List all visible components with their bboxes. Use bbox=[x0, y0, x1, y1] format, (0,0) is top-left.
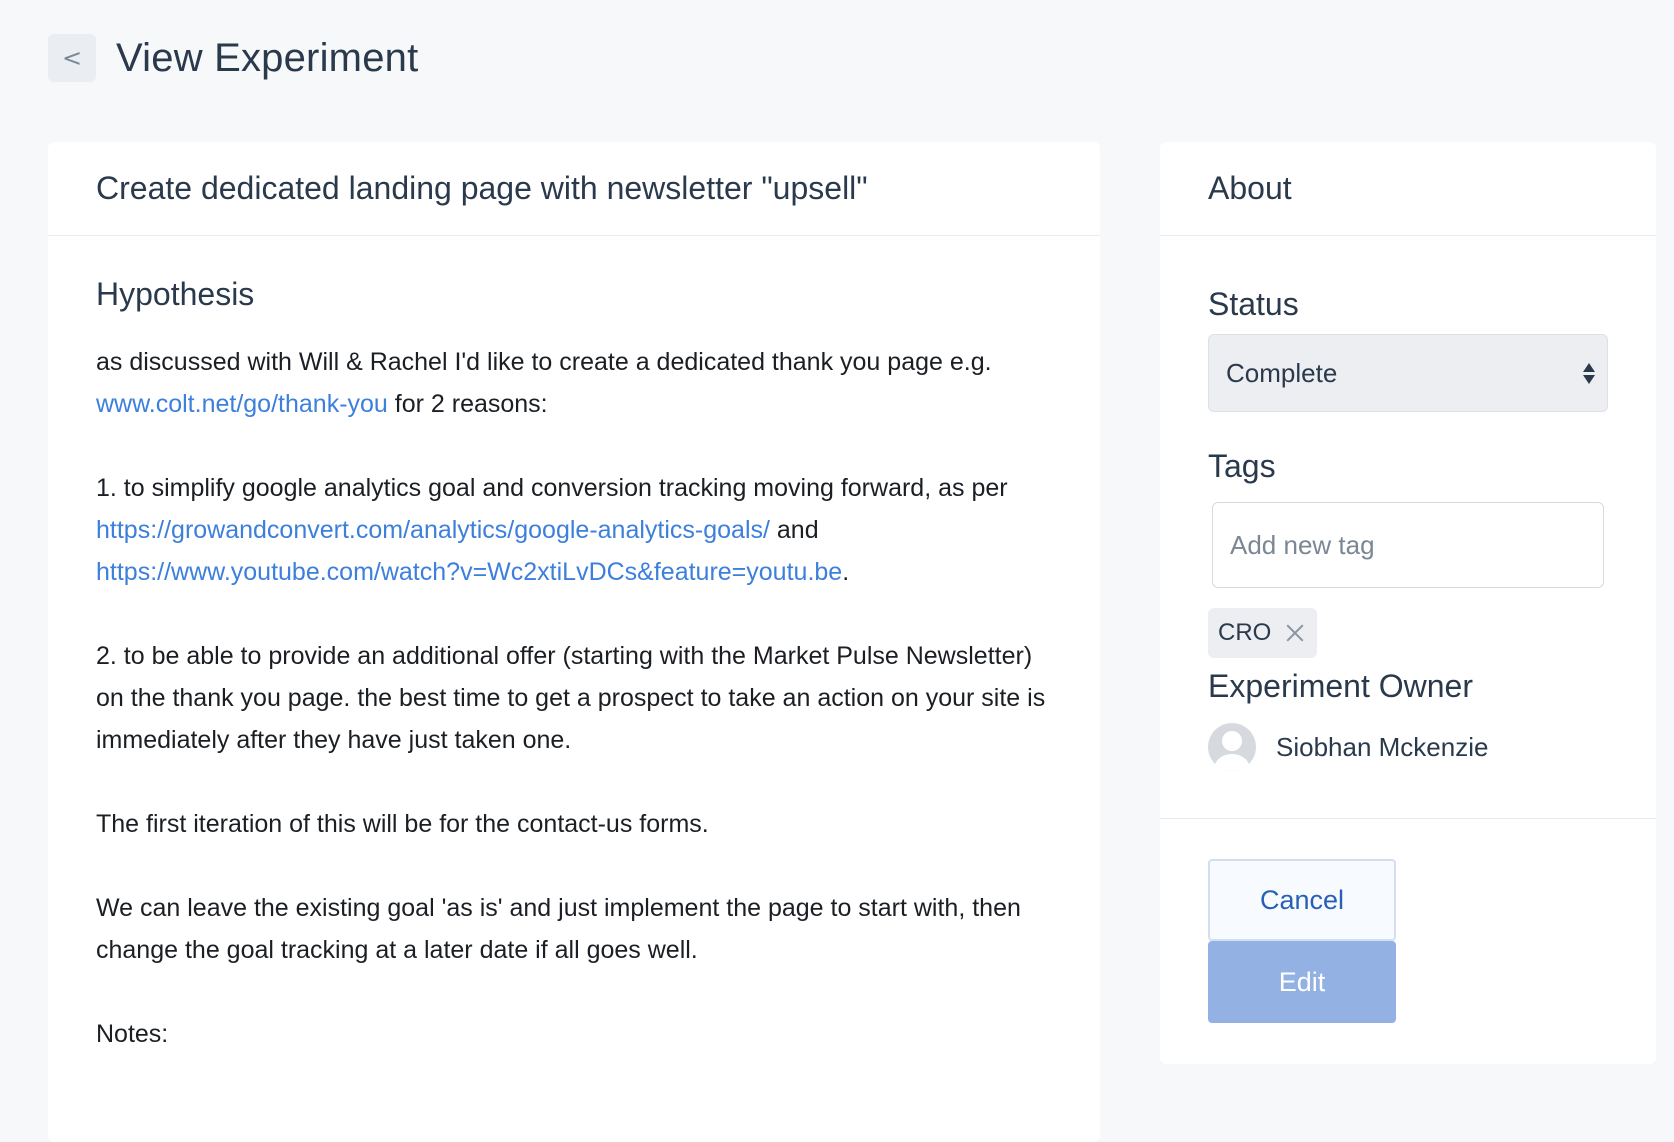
tag-label: CRO bbox=[1218, 619, 1272, 646]
avatar-shoulders bbox=[1214, 754, 1250, 771]
status-value: Complete bbox=[1226, 357, 1338, 388]
about-body: Status Complete Tags CRO Experiment Owne… bbox=[1160, 236, 1656, 772]
thank-you-page-link[interactable]: www.colt.net/go/thank-you bbox=[96, 390, 388, 418]
paragraph-text: as discussed with Will & Rachel I'd like… bbox=[96, 348, 992, 376]
about-card-footer: Cancel Edit bbox=[1160, 818, 1656, 1023]
select-arrows-icon bbox=[1583, 362, 1595, 384]
cancel-button[interactable]: Cancel bbox=[1208, 859, 1396, 941]
experiment-card-header: Create dedicated landing page with newsl… bbox=[48, 142, 1100, 236]
hypothesis-heading: Hypothesis bbox=[96, 276, 255, 312]
paragraph-text: and bbox=[769, 516, 819, 544]
about-card-header: About bbox=[1160, 142, 1656, 236]
arrow-up-icon bbox=[1583, 362, 1595, 372]
paragraph-text: . bbox=[842, 558, 850, 586]
status-select[interactable]: Complete bbox=[1208, 334, 1608, 412]
close-icon[interactable] bbox=[1285, 623, 1305, 643]
hypothesis-text: as discussed with Will & Rachel I'd like… bbox=[96, 341, 1052, 1055]
experiment-body: Hypothesis as discussed with Will & Rach… bbox=[48, 236, 1100, 1055]
owner-label: Experiment Owner bbox=[1208, 668, 1473, 704]
status-label: Status bbox=[1208, 286, 1299, 322]
growandconvert-link[interactable]: https://growandconvert.com/analytics/goo… bbox=[96, 516, 770, 544]
back-button[interactable]: < bbox=[48, 34, 96, 82]
chevron-left-icon: < bbox=[61, 44, 83, 72]
paragraph-text: 1. to simplify google analytics goal and… bbox=[96, 474, 1008, 502]
user-avatar-icon bbox=[1208, 723, 1256, 771]
tag-input[interactable] bbox=[1212, 502, 1604, 588]
page-header: < View Experiment bbox=[48, 33, 418, 83]
paragraph-text: for 2 reasons: bbox=[387, 390, 548, 418]
hypothesis-paragraph-3: 2. to be able to provide an additional o… bbox=[96, 642, 1046, 754]
arrow-down-icon bbox=[1583, 374, 1595, 384]
about-title: About bbox=[1208, 170, 1292, 206]
tags-label: Tags bbox=[1208, 448, 1276, 484]
owner-row: Siobhan Mckenzie bbox=[1208, 722, 1608, 772]
notes-label: Notes: bbox=[96, 1020, 169, 1048]
hypothesis-paragraph-2: 1. to simplify google analytics goal and… bbox=[96, 467, 1052, 593]
youtube-link[interactable]: https://www.youtube.com/watch?v=Wc2xtiLv… bbox=[96, 558, 842, 586]
avatar-head bbox=[1222, 731, 1242, 751]
hypothesis-paragraph-1: as discussed with Will & Rachel I'd like… bbox=[96, 341, 1052, 425]
about-card: About Status Complete Tags CRO Experimen… bbox=[1160, 142, 1656, 1064]
edit-button[interactable]: Edit bbox=[1208, 941, 1396, 1023]
experiment-title: Create dedicated landing page with newsl… bbox=[96, 170, 868, 206]
hypothesis-paragraph-4: The first iteration of this will be for … bbox=[96, 810, 709, 838]
owner-name: Siobhan Mckenzie bbox=[1276, 731, 1489, 762]
tag-chip: CRO bbox=[1208, 608, 1318, 658]
experiment-card: Create dedicated landing page with newsl… bbox=[48, 142, 1100, 1142]
page-title: View Experiment bbox=[116, 35, 419, 80]
hypothesis-paragraph-5: We can leave the existing goal 'as is' a… bbox=[96, 894, 1021, 964]
